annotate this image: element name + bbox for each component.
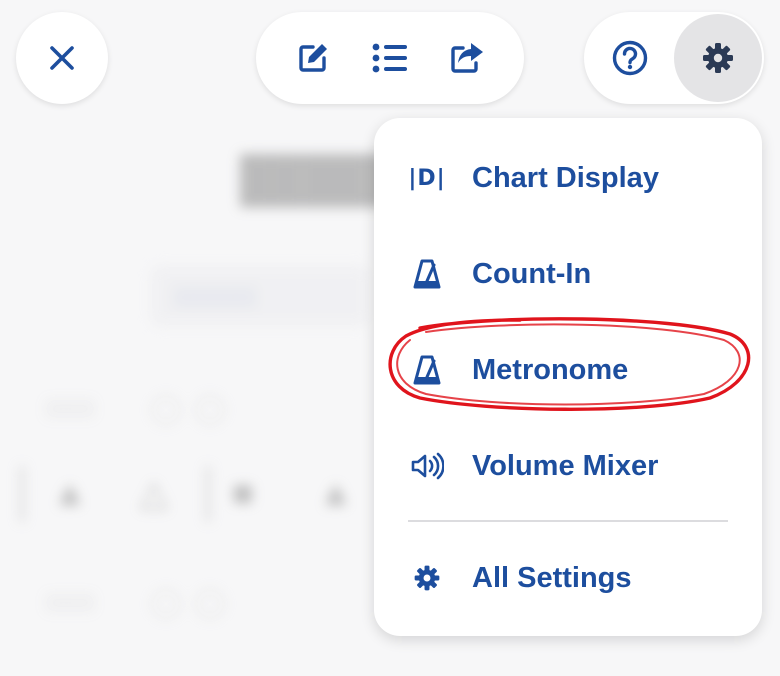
menu-item-volume-mixer[interactable]: Volume Mixer — [374, 426, 762, 506]
background-chord: ▲ — [318, 472, 354, 513]
background-barline — [20, 466, 24, 522]
background-pill-text: ░░░░░░ — [172, 286, 258, 308]
edit-button[interactable] — [291, 36, 335, 80]
share-icon — [451, 43, 484, 73]
menu-item-label: Volume Mixer — [472, 449, 659, 482]
menu-item-count-in[interactable]: Count-In — [374, 234, 762, 314]
menu-divider — [408, 520, 728, 522]
menu-item-metronome[interactable]: Metronome — [374, 330, 762, 410]
settings-button[interactable] — [674, 14, 762, 102]
background-chip — [152, 590, 180, 618]
background-chord: △ — [140, 472, 168, 513]
menu-item-label: Count-In — [472, 257, 592, 290]
list-icon — [372, 43, 407, 73]
menu-item-chart-display[interactable]: |D| Chart Display — [374, 138, 762, 218]
help-button[interactable] — [584, 12, 676, 104]
gear-icon — [410, 561, 444, 595]
metronome-icon — [410, 353, 444, 387]
background-chip — [196, 590, 224, 618]
help-settings-group — [584, 12, 764, 104]
metronome-icon — [410, 257, 444, 291]
background-row: ░░░░ — [44, 398, 96, 418]
menu-item-label: Chart Display — [472, 161, 659, 194]
chart-display-icon: |D| — [408, 165, 446, 191]
background-chord: ■ — [232, 472, 254, 513]
background-row: ░░░░ — [44, 592, 96, 612]
help-icon — [612, 40, 648, 76]
background-chord: ▲ — [52, 472, 88, 513]
share-button[interactable] — [445, 36, 489, 80]
gear-icon — [703, 43, 733, 73]
menu-item-all-settings[interactable]: All Settings — [374, 538, 762, 618]
menu-item-label: All Settings — [472, 561, 632, 594]
edit-icon — [298, 44, 327, 72]
background-title: █████ — [240, 155, 396, 204]
close-button[interactable] — [16, 12, 108, 104]
background-chip — [152, 396, 180, 424]
list-button[interactable] — [368, 36, 412, 80]
background-barline — [206, 466, 210, 522]
settings-menu: |D| Chart Display Count-In Metronome Vol… — [374, 118, 762, 636]
menu-item-label: Metronome — [472, 353, 629, 386]
background-chip — [196, 396, 224, 424]
close-icon — [50, 46, 74, 70]
speaker-icon — [410, 449, 444, 483]
chart-toolbar — [256, 12, 524, 104]
